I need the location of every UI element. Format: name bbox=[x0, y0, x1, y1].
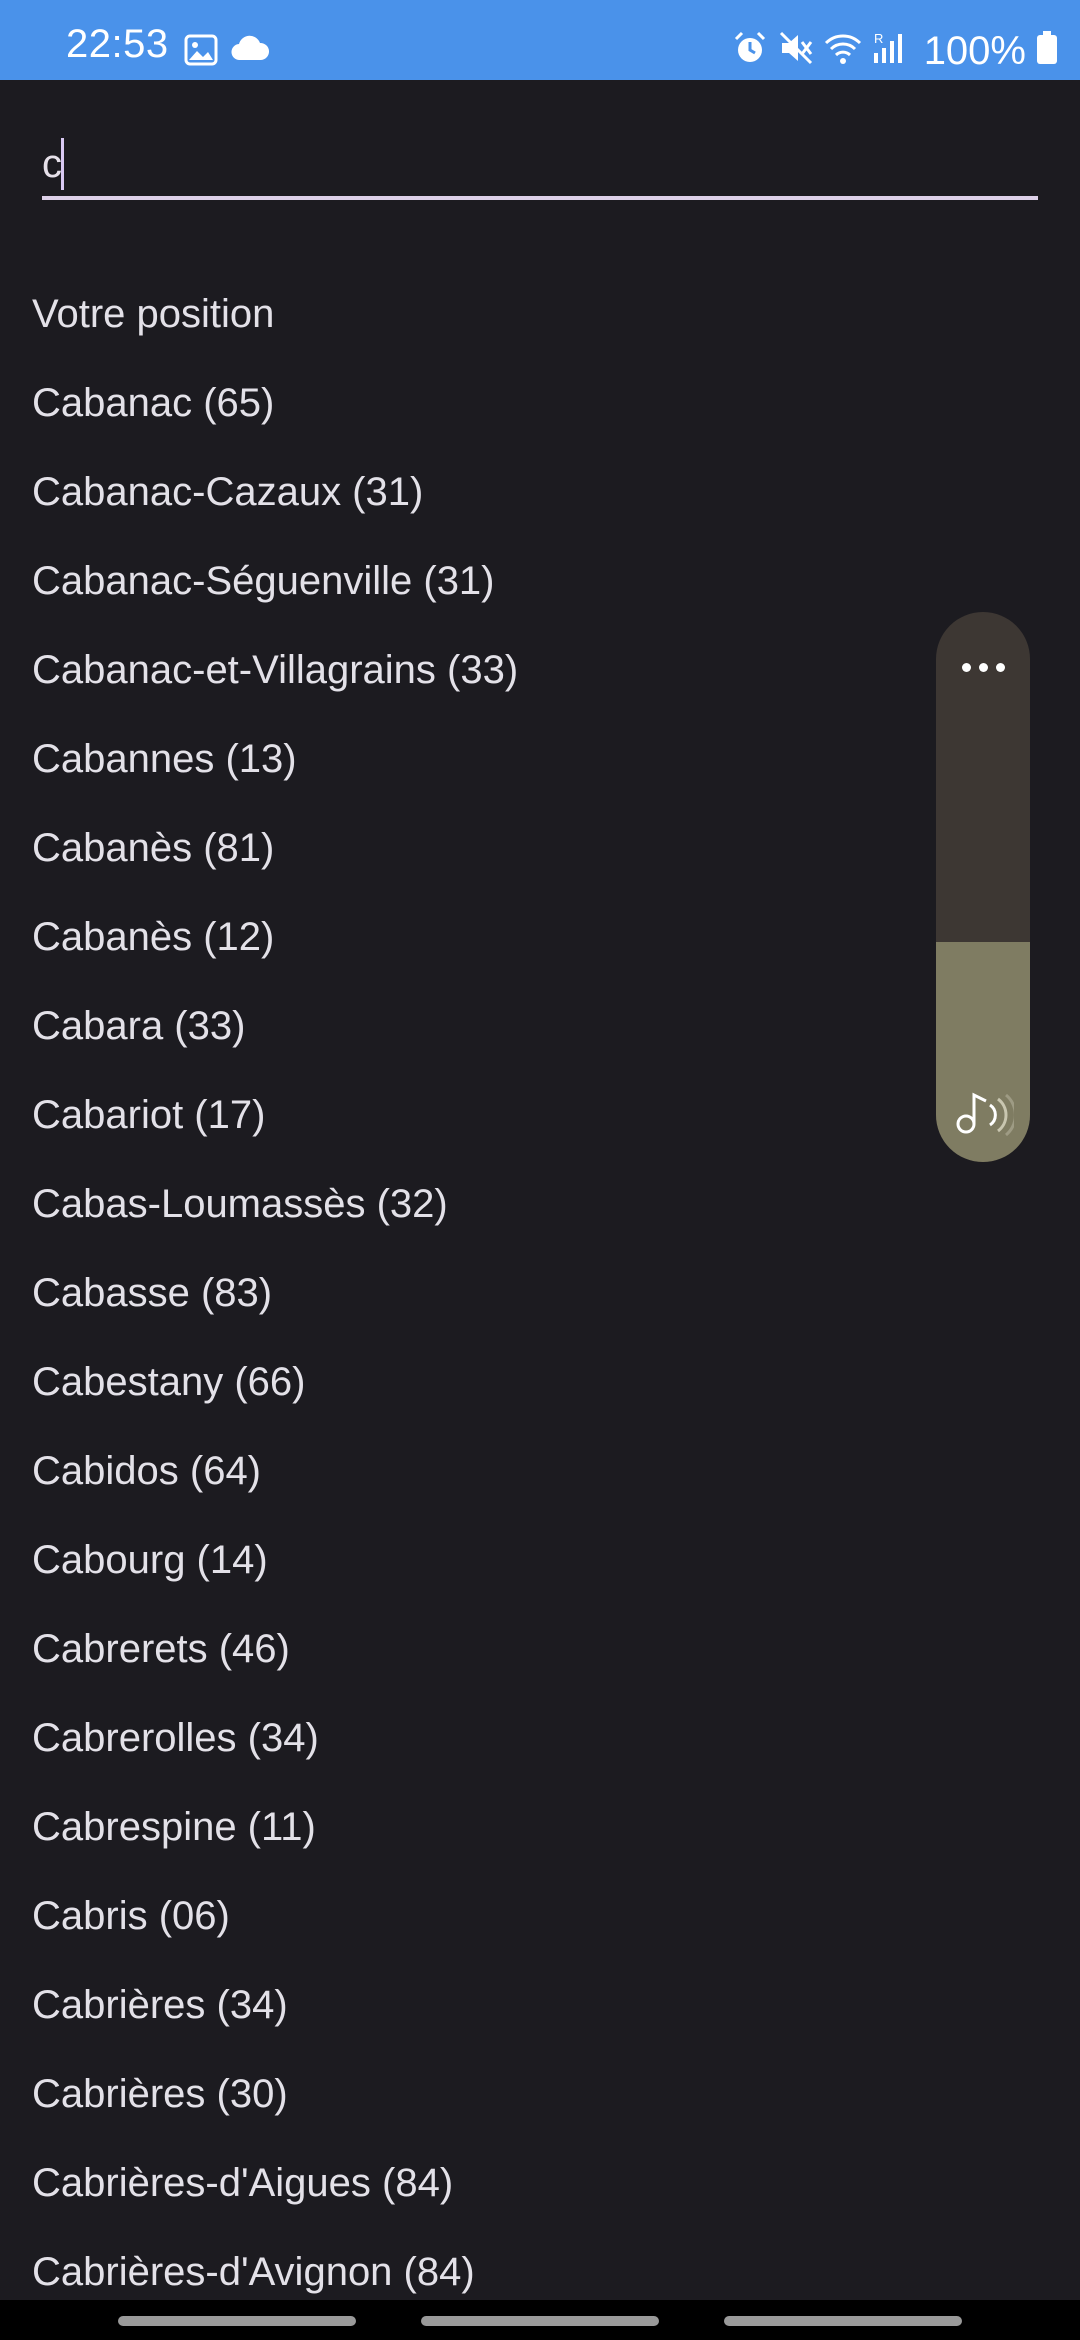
city-list-item[interactable]: Cabrerets (46) bbox=[0, 1605, 1080, 1694]
status-notification-icons bbox=[184, 34, 270, 71]
city-list-item[interactable]: Cabanac-Cazaux (31) bbox=[0, 448, 1080, 537]
signal-icon: R bbox=[872, 31, 906, 70]
city-search-input[interactable]: c bbox=[42, 130, 1038, 200]
city-list-item[interactable]: Cabidos (64) bbox=[0, 1427, 1080, 1516]
more-dots-icon[interactable] bbox=[936, 652, 1030, 682]
city-list-item[interactable]: Cabariot (17) bbox=[0, 1071, 1080, 1160]
status-time: 22:53 bbox=[66, 22, 169, 66]
city-list-item[interactable]: Cabrerolles (34) bbox=[0, 1694, 1080, 1783]
city-list-item[interactable]: Cabannes (13) bbox=[0, 715, 1080, 804]
music-note-icon bbox=[954, 1087, 1017, 1142]
city-list-item[interactable]: Cabara (33) bbox=[0, 982, 1080, 1071]
city-list-item[interactable]: Cabas-Loumassès (32) bbox=[0, 1160, 1080, 1249]
search-input-value: c bbox=[42, 142, 62, 186]
city-list-item[interactable]: Cabris (06) bbox=[0, 1872, 1080, 1961]
city-list-item[interactable]: Cabrières (30) bbox=[0, 2050, 1080, 2139]
city-list-item[interactable]: Cabanac (65) bbox=[0, 359, 1080, 448]
nav-home-pill[interactable] bbox=[421, 2316, 659, 2326]
cloud-icon bbox=[230, 34, 270, 71]
roaming-label: R bbox=[874, 31, 883, 46]
navigation-bar bbox=[0, 2300, 1080, 2340]
wifi-icon bbox=[824, 31, 862, 70]
current-location-item[interactable]: Votre position bbox=[0, 270, 1080, 359]
city-list-item[interactable]: Cabasse (83) bbox=[0, 1249, 1080, 1338]
battery-icon bbox=[1036, 31, 1058, 70]
nav-recents-pill[interactable] bbox=[118, 2316, 356, 2326]
city-list-item[interactable]: Cabanac-Séguenville (31) bbox=[0, 537, 1080, 626]
city-list-item[interactable]: Cabrespine (11) bbox=[0, 1783, 1080, 1872]
city-list-item[interactable]: Cabrières (34) bbox=[0, 1961, 1080, 2050]
text-cursor bbox=[61, 138, 64, 190]
image-icon bbox=[184, 34, 218, 71]
nav-back-pill[interactable] bbox=[724, 2316, 962, 2326]
volume-panel[interactable] bbox=[936, 612, 1030, 1162]
city-suggestion-list: Votre position Cabanac (65) Cabanac-Cazaux… bbox=[0, 270, 1080, 2317]
city-list-item[interactable]: Cabanac-et-Villagrains (33) bbox=[0, 626, 1080, 715]
status-bar: 22:53 R 100% bbox=[0, 0, 1080, 80]
alarm-icon bbox=[732, 30, 768, 71]
city-list-item[interactable]: Cabanès (12) bbox=[0, 893, 1080, 982]
city-list-item[interactable]: Cabourg (14) bbox=[0, 1516, 1080, 1605]
status-system-icons: R 100% bbox=[732, 30, 1058, 71]
city-list-item[interactable]: Cabrières-d'Aigues (84) bbox=[0, 2139, 1080, 2228]
city-list-item[interactable]: Cabanès (81) bbox=[0, 804, 1080, 893]
city-list-item[interactable]: Cabestany (66) bbox=[0, 1338, 1080, 1427]
battery-percentage: 100% bbox=[923, 28, 1026, 73]
mute-icon bbox=[778, 30, 814, 71]
